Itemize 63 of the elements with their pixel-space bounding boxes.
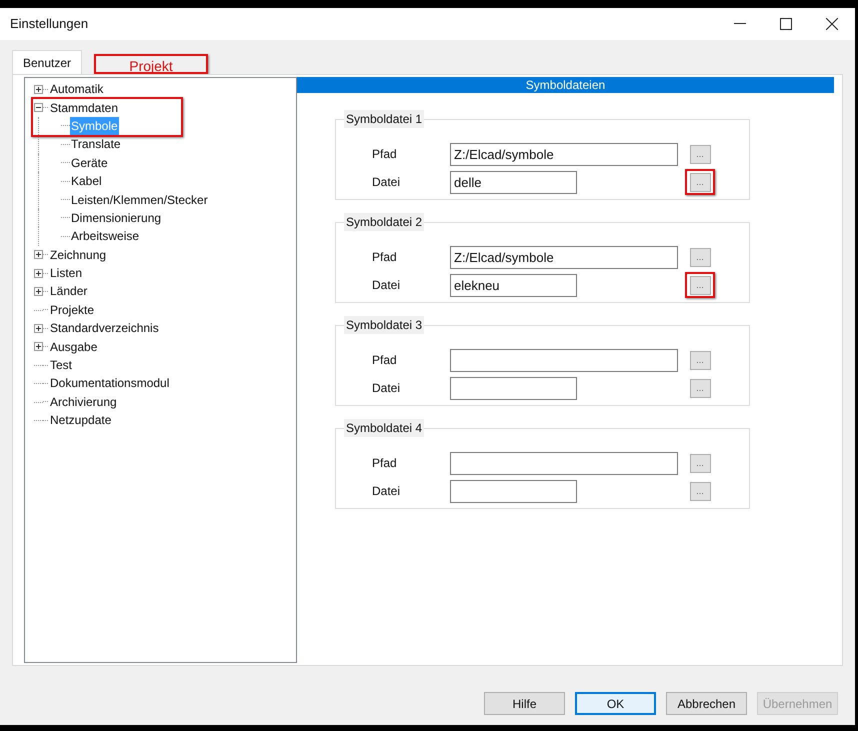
group-title: Symboldatei 2 xyxy=(344,213,424,231)
tree-item[interactable]: Leisten/Klemmen/Stecker xyxy=(70,190,209,209)
browse-button[interactable]: ... xyxy=(690,482,710,500)
field-label: Datei xyxy=(371,277,402,294)
tree-item[interactable]: Ausgabe xyxy=(49,338,98,356)
expand-icon[interactable] xyxy=(34,324,43,333)
field-label: Datei xyxy=(371,380,402,397)
tree-item[interactable]: Arbeitsweise xyxy=(70,227,140,246)
tree-item[interactable]: Geräte xyxy=(70,154,109,172)
input-field[interactable]: delle xyxy=(450,170,577,194)
panel-header: Symboldateien xyxy=(297,77,834,93)
field-label: Pfad xyxy=(371,352,398,369)
input-field[interactable] xyxy=(450,348,678,372)
tree-item[interactable]: Standardverzeichnis xyxy=(49,319,160,338)
browse-button[interactable]: ... xyxy=(690,350,710,370)
input-field[interactable] xyxy=(450,376,577,400)
tab[interactable]: Benutzer xyxy=(12,50,82,74)
expand-icon[interactable] xyxy=(34,268,43,278)
field-label: Pfad xyxy=(371,455,398,472)
group-title: Symboldatei 3 xyxy=(344,316,424,334)
dialog-button[interactable]: OK xyxy=(575,692,656,715)
input-field[interactable]: Z:/Elcad/symbole xyxy=(450,246,678,268)
maximize-icon xyxy=(780,18,792,30)
field-label: Pfad xyxy=(371,146,398,163)
browse-button[interactable]: ... xyxy=(690,276,710,294)
input-field[interactable] xyxy=(450,452,678,474)
tab[interactable]: Projekt xyxy=(94,54,208,74)
browse-button[interactable]: ... xyxy=(690,248,710,266)
collapse-icon[interactable] xyxy=(34,103,43,112)
browse-button[interactable]: ... xyxy=(690,172,710,192)
tree-item[interactable]: Länder xyxy=(49,282,88,300)
tree-item[interactable]: Archivierung xyxy=(49,392,118,411)
browse-button[interactable]: ... xyxy=(690,144,710,164)
tree-item[interactable]: Kabel xyxy=(70,172,103,190)
tree-item[interactable]: Zeichnung xyxy=(49,246,108,264)
tree-item[interactable]: Translate xyxy=(70,135,122,154)
close-icon xyxy=(826,18,838,30)
tree-item[interactable]: Test xyxy=(49,356,74,374)
tree-item[interactable]: Listen xyxy=(49,264,84,282)
input-field[interactable]: Z:/Elcad/symbole xyxy=(450,142,678,166)
browse-button[interactable]: ... xyxy=(690,378,710,398)
tree-item[interactable]: Projekte xyxy=(49,300,96,319)
input-field[interactable]: elekneu xyxy=(450,274,577,296)
tree-item[interactable]: Automatik xyxy=(49,80,104,98)
window-title: Einstellungen xyxy=(10,15,88,34)
input-field[interactable] xyxy=(450,480,577,502)
minimize-icon xyxy=(734,23,746,25)
field-label: Pfad xyxy=(371,249,398,266)
tree-item[interactable]: Stammdaten xyxy=(49,98,120,117)
field-label: Datei xyxy=(371,174,402,191)
tree-item[interactable]: Netzupdate xyxy=(49,411,112,430)
browse-button[interactable]: ... xyxy=(690,454,710,472)
expand-icon[interactable] xyxy=(34,342,43,352)
group-title: Symboldatei 1 xyxy=(344,110,424,128)
tree-item[interactable]: Dokumentationsmodul xyxy=(49,374,170,392)
expand-icon[interactable] xyxy=(34,84,43,94)
group-title: Symboldatei 4 xyxy=(344,419,424,437)
dialog-button[interactable]: Hilfe xyxy=(484,692,565,715)
expand-icon[interactable] xyxy=(34,286,43,296)
dialog-button[interactable]: Abbrechen xyxy=(666,692,747,715)
expand-icon[interactable] xyxy=(34,250,43,260)
field-label: Datei xyxy=(371,483,402,500)
tree-item[interactable]: Dimensionierung xyxy=(70,208,162,227)
